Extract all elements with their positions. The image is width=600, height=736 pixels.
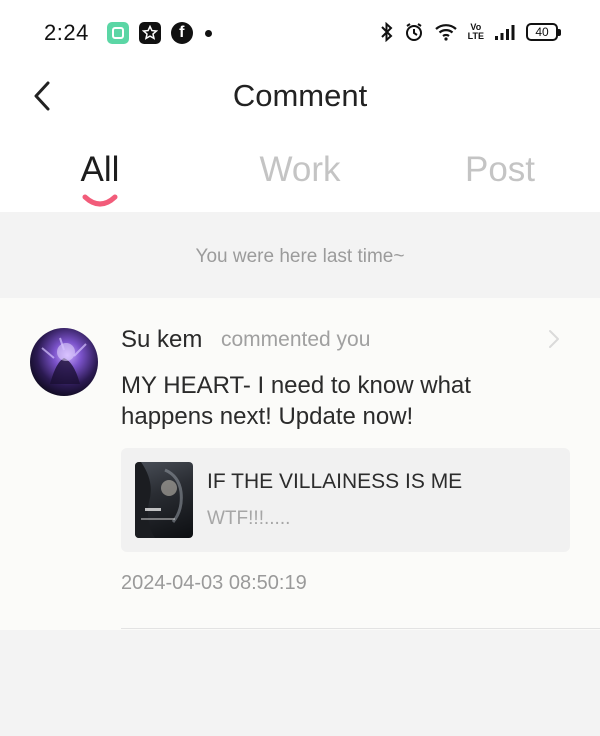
alarm-icon [405,23,422,41]
work-cover [135,462,193,538]
app-icon-green [106,22,129,44]
notification-dot [204,29,212,37]
comment-username[interactable]: Su kem [121,326,202,354]
comment-text: MY HEART- I need to know what happens ne… [121,372,471,430]
comment-action: commented you [221,328,371,351]
status-indicators: Vo LTE 40 [380,22,561,42]
facebook-icon: f [170,22,193,44]
work-reference-card[interactable]: IF THE VILLAINESS IS ME WTF!!!..... [121,448,570,552]
comment-item[interactable]: Su kem commented you MY HEART- I need to… [0,298,600,630]
last-visit-divider: You were here last time~ [0,212,600,298]
tab-active-indicator [82,194,118,207]
work-snippet: WTF!!!..... [207,508,291,529]
last-visit-hint: You were here last time~ [195,246,405,267]
battery-icon: 40 [526,23,561,41]
avatar[interactable] [30,328,98,396]
work-cover-art [135,462,183,538]
tab-all[interactable]: All [0,150,200,190]
divider [121,628,600,629]
header: Comment [0,66,600,128]
status-bar: 2:24 f Vo LTE 40 [0,0,600,66]
tab-bar: All Work Post [0,128,600,212]
wifi-icon [434,24,457,41]
tab-post[interactable]: Post [400,150,600,190]
bluetooth-icon [380,22,393,42]
comment-timestamp: 2024-04-03 08:50:19 [121,572,307,594]
chevron-right-icon[interactable] [546,328,562,350]
app-icon-star [138,22,161,44]
avatar-image [41,337,87,384]
tab-work[interactable]: Work [200,150,400,190]
volte-icon: Vo LTE [468,23,484,41]
work-title: IF THE VILLAINESS IS ME [207,470,463,493]
page-title: Comment [232,78,368,113]
status-time: 2:24 [44,20,89,45]
signal-icon [495,25,515,40]
volte-bottom: LTE [467,31,484,41]
